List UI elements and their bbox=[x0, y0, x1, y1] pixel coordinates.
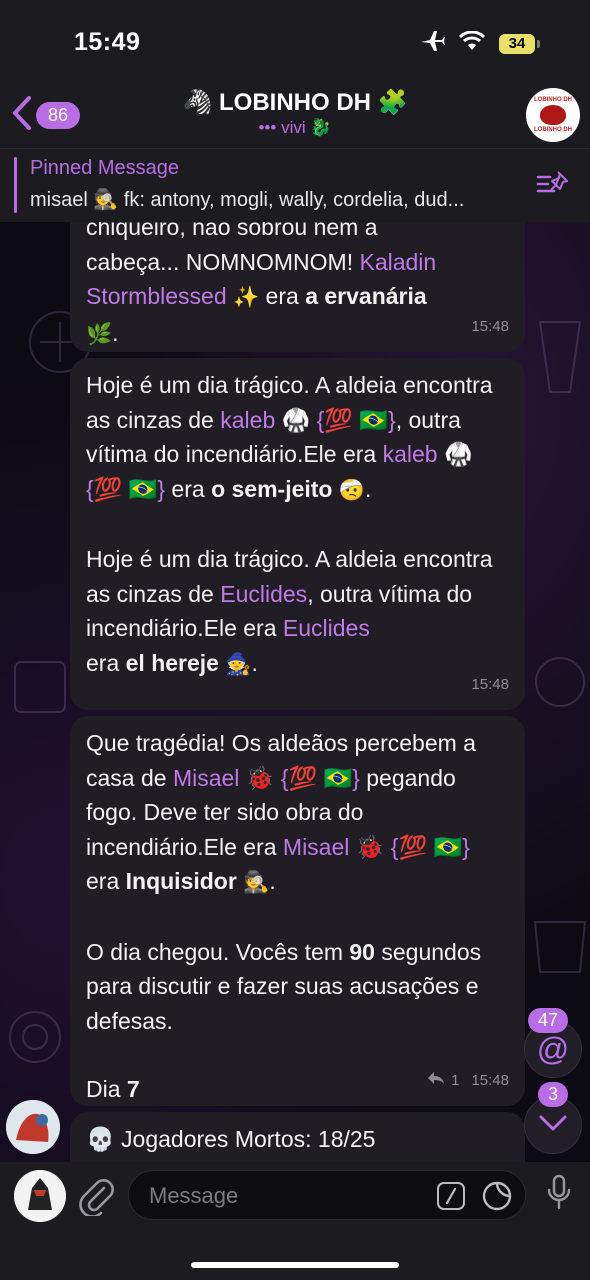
pinned-list-icon[interactable] bbox=[536, 169, 570, 204]
player-name[interactable]: Euclides bbox=[220, 581, 307, 607]
message-time: 15:48 bbox=[471, 1071, 509, 1089]
pinned-label: Pinned Message bbox=[30, 157, 179, 179]
home-indicator bbox=[191, 1262, 399, 1268]
paperclip-icon[interactable] bbox=[78, 1176, 114, 1221]
at-icon: @ bbox=[536, 1030, 570, 1067]
message-time: 15:48 bbox=[471, 675, 509, 693]
chat-title[interactable]: 🦓 LOBINHO DH 🧩 bbox=[0, 88, 590, 117]
pinned-message-bar[interactable]: Pinned Message misael 🕵️ fk: antony, mog… bbox=[0, 148, 590, 222]
player-name[interactable]: Misael 🐞 {💯 🇧🇷} bbox=[173, 765, 360, 791]
message-input[interactable]: Message bbox=[128, 1170, 526, 1220]
message-time: 15:48 bbox=[471, 317, 509, 335]
avatar-logo-text-top: LOBINHO DH bbox=[534, 97, 572, 103]
message-list[interactable]: chiqueiro, não sobrou nem a cabeça... NO… bbox=[0, 222, 590, 1162]
pinned-indicator bbox=[14, 157, 17, 213]
message-placeholder: Message bbox=[149, 1183, 239, 1208]
message-paragraph: Que tragédia! Os aldeãos percebem a casa… bbox=[86, 730, 476, 894]
group-avatar[interactable]: LOBINHO DH LOBINHO DH bbox=[526, 88, 580, 142]
message-text: 💀 Jogadores Mortos: 18/25 bbox=[86, 1126, 376, 1152]
sender-avatar[interactable] bbox=[6, 1100, 60, 1154]
battery-level: 34 bbox=[499, 33, 535, 54]
chat-header: 86 🦓 LOBINHO DH 🧩 ••• vivi 🐉 LOBINHO DH … bbox=[0, 80, 590, 148]
message-paragraph: Hoje é um dia trágico. A aldeia encontra… bbox=[86, 372, 493, 502]
message-text: chiqueiro, não sobrou nem a cabeça... NO… bbox=[86, 222, 437, 346]
mentions-count: 47 bbox=[528, 1008, 569, 1033]
reply-icon[interactable] bbox=[427, 1064, 445, 1099]
commands-icon[interactable] bbox=[437, 1182, 465, 1210]
message-meta: 1 15:48 bbox=[427, 1064, 509, 1099]
message-paragraph: O dia chegou. Vocês tem 90 segundos para… bbox=[86, 938, 482, 1034]
status-time: 15:49 bbox=[74, 28, 141, 56]
sticker-icon[interactable] bbox=[481, 1180, 513, 1217]
pinned-text: misael 🕵️ fk: antony, mogli, wally, cord… bbox=[30, 189, 465, 211]
status-icons: 34 bbox=[419, 30, 540, 57]
status-bar: 15:49 34 bbox=[0, 0, 590, 80]
avatar-logo-text-bottom: LOBINHO DH bbox=[534, 127, 572, 133]
wifi-icon bbox=[458, 30, 486, 56]
message-paragraph: Hoje é um dia trágico. A aldeia encontra… bbox=[86, 546, 493, 676]
player-name[interactable]: Euclides bbox=[283, 615, 370, 641]
composer-bar: Message bbox=[0, 1162, 590, 1280]
my-avatar[interactable] bbox=[14, 1170, 66, 1222]
microphone-icon[interactable] bbox=[546, 1174, 572, 1217]
player-name[interactable]: Misael 🐞 {💯 🇧🇷} bbox=[283, 834, 470, 860]
player-name[interactable]: kaleb 🥋 {💯 🇧🇷} bbox=[220, 407, 395, 433]
chevron-down-icon bbox=[539, 1115, 567, 1136]
message-bubble[interactable]: Hoje é um dia trágico. A aldeia encontra… bbox=[70, 358, 525, 710]
battery-icon: 34 bbox=[499, 33, 540, 54]
chat-typing-status: ••• vivi 🐉 bbox=[258, 118, 332, 137]
airplane-icon bbox=[419, 30, 445, 57]
wolf-logo-icon bbox=[540, 105, 566, 125]
message-bubble[interactable]: 💀 Jogadores Mortos: 18/25 bbox=[70, 1112, 525, 1162]
message-bubble[interactable]: Que tragédia! Os aldeãos percebem a casa… bbox=[70, 716, 525, 1106]
reply-count[interactable]: 1 bbox=[451, 1064, 459, 1099]
message-bubble[interactable]: chiqueiro, não sobrou nem a cabeça... NO… bbox=[70, 222, 525, 352]
unread-count: 3 bbox=[538, 1082, 569, 1107]
